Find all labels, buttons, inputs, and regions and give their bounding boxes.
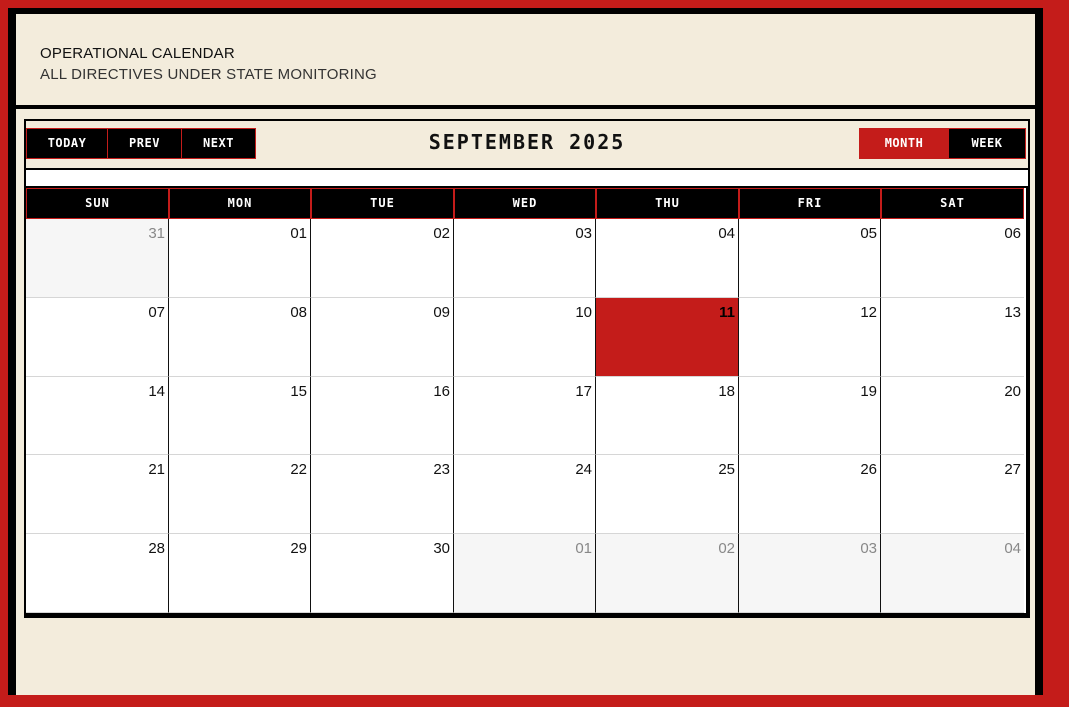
page-subtitle: ALL DIRECTIVES UNDER STATE MONITORING — [40, 66, 377, 83]
weekday-header-wed: WED — [454, 188, 596, 219]
day-number: 07 — [148, 303, 165, 321]
day-number: 03 — [575, 225, 592, 242]
day-number: 01 — [575, 540, 592, 558]
day-number: 31 — [148, 225, 165, 242]
day-cell[interactable]: 10 — [454, 297, 596, 377]
day-number: 18 — [718, 382, 735, 400]
day-cell[interactable]: 31 — [26, 219, 169, 298]
day-cell[interactable]: 23 — [311, 455, 454, 535]
weeks-container: 31 01 02 03 04 05 06 07 08 09 10 11 12 13 14 15 16 17 18 19… — [26, 219, 1026, 613]
month-grid: SUN MON TUE WED THU FRI SAT 31 01 02 03 04 05 06 07 08… — [26, 188, 1026, 613]
weekday-header-fri: FRI — [739, 188, 881, 219]
bottom-marker — [686, 703, 702, 707]
day-number: 06 — [1004, 225, 1021, 242]
day-cell[interactable]: 02 — [311, 219, 454, 298]
day-number: 24 — [575, 461, 592, 479]
day-number: 09 — [433, 303, 450, 321]
day-number: 23 — [433, 461, 450, 479]
app-frame: OPERATIONAL CALENDAR ALL DIRECTIVES UNDE… — [8, 8, 1038, 695]
day-number: 02 — [718, 540, 735, 558]
calendar-container: TODAY PREV NEXT SEPTEMBER 2025 MONTH WEE… — [16, 109, 1038, 695]
day-number: 22 — [290, 461, 307, 479]
day-cell[interactable]: 13 — [881, 297, 1024, 377]
day-cell[interactable]: 18 — [596, 376, 739, 456]
day-cell[interactable]: 29 — [169, 534, 311, 613]
weekday-header-sun: SUN — [26, 188, 169, 219]
day-cell-today[interactable]: 11 — [596, 297, 739, 377]
calendar: TODAY PREV NEXT SEPTEMBER 2025 MONTH WEE… — [24, 119, 1030, 618]
week-view-button[interactable]: WEEK — [948, 128, 1026, 159]
day-number: 30 — [433, 540, 450, 558]
day-cell[interactable]: 28 — [26, 534, 169, 613]
day-cell[interactable]: 07 — [26, 297, 169, 377]
day-cell[interactable]: 05 — [739, 219, 881, 298]
day-cell[interactable]: 01 — [454, 534, 596, 613]
day-number: 04 — [1004, 540, 1021, 558]
day-number: 25 — [718, 461, 735, 479]
day-cell[interactable]: 02 — [596, 534, 739, 613]
week-row: 21 22 23 24 25 26 27 — [26, 455, 1026, 535]
week-row: 07 08 09 10 11 12 13 — [26, 297, 1026, 377]
day-number: 12 — [860, 303, 877, 321]
day-cell[interactable]: 25 — [596, 455, 739, 535]
weekday-header-thu: THU — [596, 188, 739, 219]
day-cell[interactable]: 15 — [169, 376, 311, 456]
weekday-header-row: SUN MON TUE WED THU FRI SAT — [26, 188, 1026, 219]
day-cell[interactable]: 21 — [26, 455, 169, 535]
weekday-header-sat: SAT — [881, 188, 1024, 219]
day-number: 11 — [719, 303, 735, 321]
day-cell[interactable]: 03 — [454, 219, 596, 298]
day-number: 28 — [148, 540, 165, 558]
week-row: 28 29 30 01 02 03 04 — [26, 534, 1026, 613]
day-cell[interactable]: 04 — [596, 219, 739, 298]
day-number: 13 — [1004, 303, 1021, 321]
weekday-header-mon: MON — [169, 188, 311, 219]
all-day-strip — [26, 170, 1028, 186]
day-cell[interactable]: 27 — [881, 455, 1024, 535]
day-cell[interactable]: 14 — [26, 376, 169, 456]
day-cell[interactable]: 26 — [739, 455, 881, 535]
day-number: 10 — [575, 303, 592, 321]
day-cell[interactable]: 22 — [169, 455, 311, 535]
month-view-button[interactable]: MONTH — [859, 128, 949, 159]
day-number: 01 — [290, 225, 307, 242]
calendar-toolbar: TODAY PREV NEXT SEPTEMBER 2025 MONTH WEE… — [26, 121, 1028, 168]
day-cell[interactable]: 08 — [169, 297, 311, 377]
weekday-header-tue: TUE — [311, 188, 454, 219]
day-number: 08 — [290, 303, 307, 321]
day-number: 29 — [290, 540, 307, 558]
day-number: 21 — [148, 461, 165, 479]
day-cell[interactable]: 16 — [311, 376, 454, 456]
day-cell[interactable]: 30 — [311, 534, 454, 613]
day-cell[interactable]: 04 — [881, 534, 1024, 613]
day-number: 03 — [860, 540, 877, 558]
day-cell[interactable]: 03 — [739, 534, 881, 613]
day-cell[interactable]: 19 — [739, 376, 881, 456]
day-number: 15 — [290, 382, 307, 400]
day-number: 05 — [860, 225, 877, 242]
day-cell[interactable]: 01 — [169, 219, 311, 298]
week-row: 31 01 02 03 04 05 06 — [26, 219, 1026, 298]
day-number: 17 — [575, 382, 592, 400]
day-cell[interactable]: 12 — [739, 297, 881, 377]
day-number: 16 — [433, 382, 450, 400]
page-header: OPERATIONAL CALENDAR ALL DIRECTIVES UNDE… — [16, 14, 1038, 105]
day-cell[interactable]: 06 — [881, 219, 1024, 298]
frame-edge — [1035, 8, 1043, 695]
week-row: 14 15 16 17 18 19 20 — [26, 376, 1026, 456]
day-cell[interactable]: 20 — [881, 376, 1024, 456]
day-cell[interactable]: 17 — [454, 376, 596, 456]
day-cell[interactable]: 09 — [311, 297, 454, 377]
day-number: 02 — [433, 225, 450, 242]
day-number: 04 — [718, 225, 735, 242]
day-number: 20 — [1004, 382, 1021, 400]
day-number: 26 — [860, 461, 877, 479]
day-number: 14 — [148, 382, 165, 400]
day-number: 27 — [1004, 461, 1021, 479]
day-number: 19 — [860, 382, 877, 400]
page-title: OPERATIONAL CALENDAR — [40, 45, 235, 62]
day-cell[interactable]: 24 — [454, 455, 596, 535]
